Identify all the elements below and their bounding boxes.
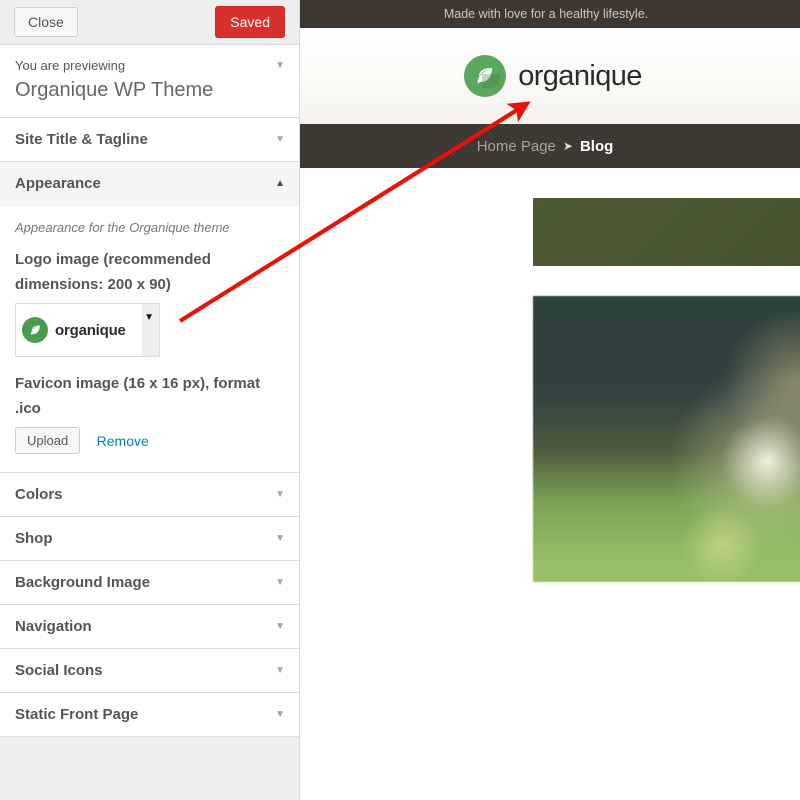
sidebar-item-shop[interactable]: Shop ▼ (0, 517, 299, 560)
breadcrumb-link-home[interactable]: Home Page (477, 138, 556, 155)
close-button[interactable]: Close (14, 7, 78, 37)
sidebar-item-label: Appearance (15, 175, 101, 192)
site-logo-wordmark: organique (518, 59, 642, 92)
sidebar-item-site-title-tagline[interactable]: Site Title & Tagline ▼ (0, 118, 299, 161)
sidebar-section-social-icons: Social Icons ▼ (0, 649, 299, 693)
site-tagline-bar: Made with love for a healthy lifestyle. (300, 0, 800, 28)
chevron-down-icon: ▼ (275, 665, 285, 676)
theme-previewing-block[interactable]: You are previewing Organique WP Theme ▼ (0, 45, 299, 118)
logo-image-control[interactable]: organique ▼ (15, 303, 160, 357)
save-button[interactable]: Saved (215, 6, 285, 38)
site-preview-frame[interactable]: Made with love for a healthy lifestyle. … (300, 0, 800, 800)
theme-name: Organique WP Theme (15, 79, 214, 101)
sidebar-section-shop: Shop ▼ (0, 517, 299, 561)
sidebar-item-background-image[interactable]: Background Image ▼ (0, 561, 299, 604)
sidebar-item-colors[interactable]: Colors ▼ (0, 473, 299, 516)
chevron-right-icon: ➤ (562, 139, 573, 153)
sidebar-item-label: Social Icons (15, 662, 103, 679)
sidebar-item-static-front-page[interactable]: Static Front Page ▼ (0, 693, 299, 736)
sidebar-item-label: Colors (15, 486, 63, 503)
sidebar-section-appearance: Appearance ▲ Appearance for the Organiqu… (0, 162, 299, 473)
sidebar-section-background-image: Background Image ▼ (0, 561, 299, 605)
leaf-icon (22, 317, 48, 343)
chevron-down-icon: ▼ (275, 709, 285, 720)
site-logo[interactable]: organique (464, 55, 642, 97)
sidebar-item-social-icons[interactable]: Social Icons ▼ (0, 649, 299, 692)
chevron-down-icon: ▼ (275, 621, 285, 632)
sidebar-item-navigation[interactable]: Navigation ▼ (0, 605, 299, 648)
breadcrumb-current: Blog (579, 137, 614, 155)
chevron-up-icon: ▲ (275, 178, 285, 189)
chevron-down-icon: ▼ (275, 489, 285, 500)
leaf-icon (464, 55, 507, 97)
logo-image-label: Logo image (recommended dimensions: 200 … (15, 251, 211, 293)
sidebar-item-appearance[interactable]: Appearance ▲ (0, 162, 299, 205)
favicon-actions: Upload Remove (15, 427, 284, 454)
customizer-topbar: Close Saved (0, 0, 299, 45)
site-header: organique (300, 28, 800, 124)
breadcrumb: Home Page ➤ Blog (300, 124, 800, 168)
appearance-panel: Appearance for the Organique theme Logo … (0, 205, 299, 472)
preview-banner-block (533, 198, 800, 266)
sidebar-section-colors: Colors ▼ (0, 473, 299, 517)
logo-thumbnail-text: organique (55, 321, 126, 339)
upload-button[interactable]: Upload (15, 427, 81, 454)
customizer-screen: Close Saved You are previewing Organique… (0, 0, 800, 800)
favicon-image-label: Favicon image (16 x 16 px), format .ico (15, 375, 261, 417)
appearance-description: Appearance for the Organique theme (15, 220, 230, 235)
sidebar-section-site-title-tagline: Site Title & Tagline ▼ (0, 118, 299, 162)
preview-featured-image (533, 296, 800, 582)
sidebar-item-label: Background Image (15, 574, 151, 591)
remove-link[interactable]: Remove (97, 433, 149, 449)
sidebar-section-static-front-page: Static Front Page ▼ (0, 693, 299, 737)
sidebar-item-label: Shop (15, 530, 53, 547)
caret-down-icon[interactable]: ▼ (144, 312, 154, 323)
chevron-down-icon: ▼ (275, 533, 285, 544)
logo-thumbnail[interactable]: organique (16, 304, 142, 356)
sidebar-item-label: Navigation (15, 618, 92, 635)
sidebar-section-navigation: Navigation ▼ (0, 605, 299, 649)
sidebar-item-label: Site Title & Tagline (15, 131, 148, 148)
chevron-down-icon[interactable]: ▼ (275, 61, 285, 71)
customizer-sidebar: Close Saved You are previewing Organique… (0, 0, 300, 800)
previewing-label: You are previewing (15, 58, 126, 73)
sidebar-item-label: Static Front Page (15, 706, 139, 723)
chevron-down-icon: ▼ (275, 134, 285, 145)
chevron-down-icon: ▼ (275, 577, 285, 588)
